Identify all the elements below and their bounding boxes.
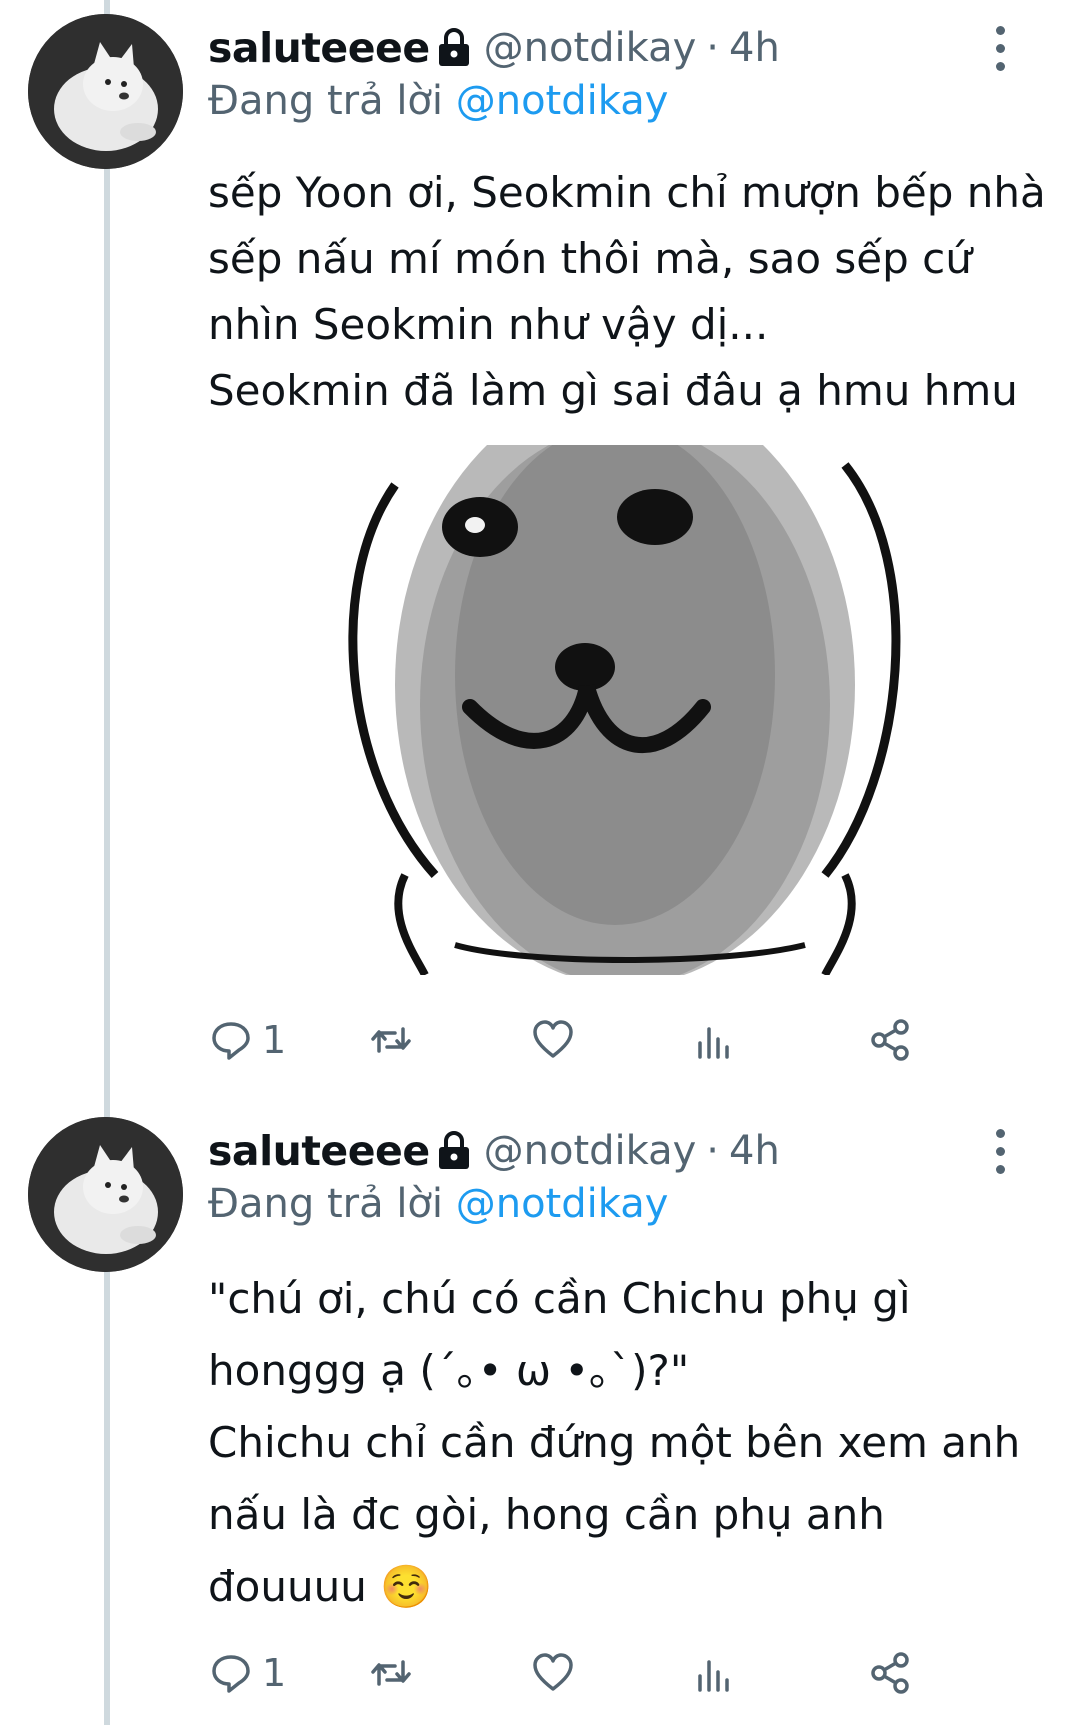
separator-dot: · (706, 25, 720, 71)
mention-link[interactable]: @notdikay (456, 78, 669, 124)
reply-button[interactable]: 1 (208, 1010, 286, 1070)
analytics-icon (698, 1660, 729, 1692)
thread-connector-line (104, 0, 110, 1725)
tweet-text: "chú ơi, chú có cần Chichu phụ gì honggg… (208, 1263, 1028, 1623)
reply-icon (212, 1022, 250, 1060)
replying-to: Đang trả lời @notdikay (208, 1181, 668, 1227)
heart-icon (533, 1653, 573, 1691)
tweet-text-line: nấu là đc gòi, hong cần phụ anh (208, 1490, 885, 1539)
analytics-button[interactable] (690, 1010, 736, 1070)
tweet-text-line: sếp nấu mí món thôi mà, sao sếp cứ (208, 234, 972, 283)
timestamp[interactable]: 4h (729, 25, 780, 71)
retweet-button[interactable] (368, 1010, 414, 1070)
analytics-icon (698, 1027, 729, 1059)
tweet-text-line: đouuuu ☺️ (208, 1562, 433, 1611)
reply-count: 1 (262, 1651, 287, 1695)
tweet-header: saluteeee @notdikay · 4h (208, 1123, 780, 1179)
share-button[interactable] (868, 1643, 914, 1703)
analytics-button[interactable] (690, 1643, 736, 1703)
reply-button[interactable]: 1 (208, 1643, 286, 1703)
display-name[interactable]: saluteeee (208, 1127, 430, 1175)
replying-to: Đang trả lời @notdikay (208, 78, 668, 124)
reply-icon (212, 1655, 250, 1693)
tweet-text-line: "chú ơi, chú có cần Chichu phụ gì (208, 1274, 911, 1323)
share-icon (871, 1019, 909, 1061)
mention-link[interactable]: @notdikay (456, 1181, 669, 1227)
timestamp[interactable]: 4h (729, 1128, 780, 1174)
share-button[interactable] (868, 1010, 914, 1070)
like-button[interactable] (530, 1643, 576, 1703)
tweet-actions: 1 (208, 1010, 1018, 1070)
more-vertical-icon[interactable] (982, 18, 1018, 78)
retweet-icon (371, 1027, 411, 1053)
tweet-text-line: Chichu chỉ cần đứng một bên xem anh (208, 1418, 1021, 1467)
tweet-header: saluteeee @notdikay · 4h (208, 20, 780, 76)
retweet-icon (371, 1660, 411, 1686)
separator-dot: · (706, 1128, 720, 1174)
more-vertical-icon[interactable] (982, 1121, 1018, 1181)
like-button[interactable] (530, 1010, 576, 1070)
lock-icon (436, 26, 472, 70)
tweet-image[interactable] (325, 445, 931, 975)
tweet-actions: 1 (208, 1643, 1018, 1703)
replying-to-label: Đang trả lời (208, 78, 456, 124)
avatar[interactable] (28, 14, 183, 169)
share-icon (871, 1652, 909, 1694)
tweet-text-line: honggg ạ (´｡• ω •｡`)?" (208, 1346, 690, 1395)
replying-to-label: Đang trả lời (208, 1181, 456, 1227)
lock-icon (436, 1129, 472, 1173)
avatar[interactable] (28, 1117, 183, 1272)
tweet-text-line: Seokmin đã làm gì sai đâu ạ hmu hmu (208, 366, 1018, 415)
retweet-button[interactable] (368, 1643, 414, 1703)
tweet-text-line: sếp Yoon ơi, Seokmin chỉ mượn bếp nhà (208, 168, 1046, 217)
user-handle[interactable]: @notdikay (484, 1128, 697, 1174)
user-handle[interactable]: @notdikay (484, 25, 697, 71)
reply-count: 1 (262, 1018, 287, 1062)
tweet-text-line: nhìn Seokmin như vậy dị... (208, 300, 769, 349)
display-name[interactable]: saluteeee (208, 24, 430, 72)
tweet-text: sếp Yoon ơi, Seokmin chỉ mượn bếp nhà sế… (208, 160, 1046, 424)
heart-icon (533, 1020, 573, 1058)
